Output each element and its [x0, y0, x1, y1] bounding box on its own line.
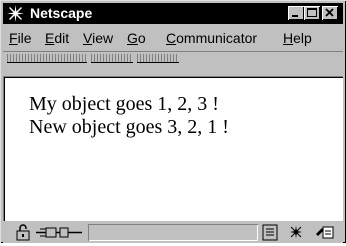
connection-plug-icon	[34, 224, 84, 241]
menu-go-mnemonic: G	[127, 30, 138, 46]
menu-communicator-label: ommunicator	[176, 30, 258, 46]
collapsed-toolbar-strip	[3, 51, 343, 66]
maximize-icon	[307, 8, 317, 17]
close-button[interactable]	[322, 6, 338, 20]
menu-view-mnemonic: V	[83, 30, 93, 46]
menu-help[interactable]: Help	[283, 30, 312, 47]
collapsed-toolbar-tab[interactable]	[7, 54, 87, 63]
close-icon	[325, 8, 334, 17]
menu-help-label: elp	[293, 30, 312, 46]
title-bar[interactable]: Netscape	[3, 3, 343, 24]
minimize-icon	[292, 15, 298, 17]
menu-communicator[interactable]: Communicator	[166, 30, 257, 47]
composer-icon[interactable]	[313, 224, 339, 241]
collapsed-toolbar-tab[interactable]	[91, 54, 133, 63]
security-lock-icon[interactable]	[13, 224, 33, 241]
menu-file-label: ile	[17, 30, 32, 46]
menu-view-label: iew	[92, 30, 114, 46]
component-bar-icon[interactable]	[285, 224, 307, 241]
menu-edit[interactable]: Edit	[45, 30, 69, 47]
maximize-button[interactable]	[304, 6, 320, 20]
minimize-button[interactable]	[288, 6, 304, 20]
menu-edit-label: dit	[54, 30, 70, 46]
window-title: Netscape	[30, 5, 93, 21]
menu-edit-mnemonic: E	[45, 30, 55, 46]
page-content: My object goes 1, 2, 3 ! New object goes…	[3, 76, 343, 221]
status-bar	[3, 223, 343, 243]
menu-view[interactable]: View	[83, 30, 113, 47]
collapsed-toolbar-tab[interactable]	[137, 54, 179, 63]
browser-window: Netscape File Edit View Go Communicator …	[0, 0, 346, 243]
menu-file[interactable]: File	[9, 30, 32, 47]
menu-file-mnemonic: F	[9, 30, 18, 46]
content-line: My object goes 1, 2, 3 !	[29, 93, 219, 115]
menu-go[interactable]: Go	[127, 30, 146, 47]
status-message-panel	[88, 224, 258, 241]
netscape-n-icon	[6, 4, 25, 23]
menu-bar: File Edit View Go Communicator Help	[3, 27, 343, 49]
content-line: New object goes 3, 2, 1 !	[29, 116, 229, 138]
menu-communicator-mnemonic: C	[166, 30, 177, 46]
menu-help-mnemonic: H	[283, 30, 294, 46]
menu-go-label: o	[137, 30, 146, 46]
grip-icon[interactable]	[261, 224, 281, 241]
